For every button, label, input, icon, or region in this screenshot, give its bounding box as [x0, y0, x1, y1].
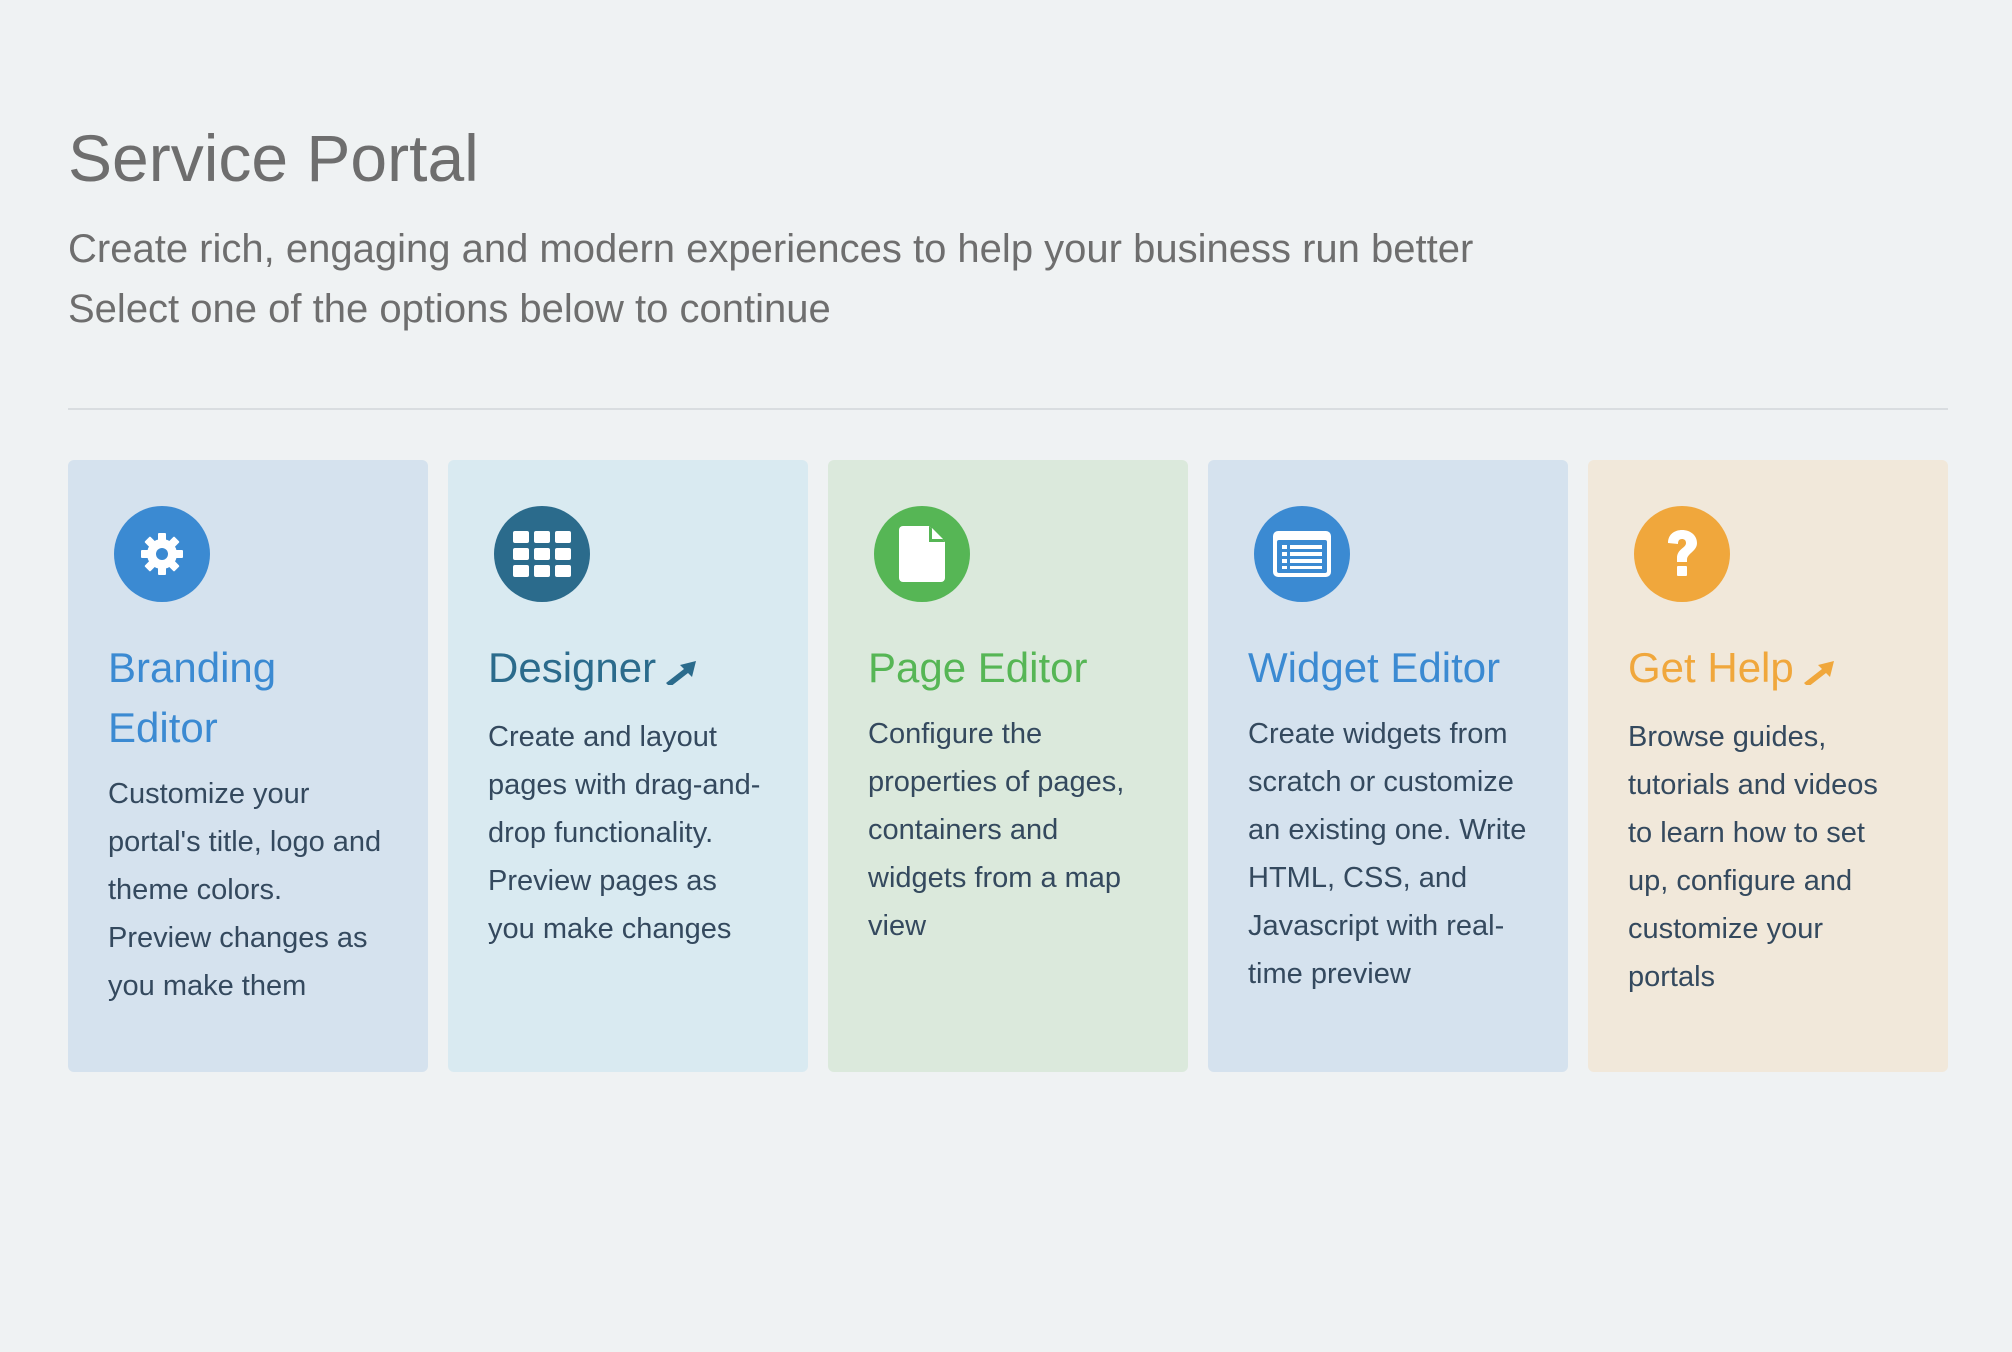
list-window-icon: [1254, 506, 1350, 602]
document-icon: [874, 506, 970, 602]
page-subtitle: Create rich, engaging and modern experie…: [68, 227, 1474, 271]
widget-editor-description: Create widgets from scratch or customize…: [1248, 718, 1527, 990]
widget-editor-card[interactable]: Widget Editor Create widgets from scratc…: [1208, 460, 1568, 1072]
get-help-description: Browse guides, tutorials and videos to l…: [1628, 720, 1878, 993]
page-title: Service Portal: [68, 121, 479, 195]
designer-description: Create and layout pages with drag-and-dr…: [488, 720, 761, 945]
page-instructions: Select one of the options below to conti…: [68, 287, 831, 331]
get-help-card[interactable]: Get Help Browse guides, tutorials and vi…: [1588, 460, 1948, 1072]
branding-editor-title[interactable]: Branding Editor: [108, 638, 388, 758]
options-cards: Branding Editor Customize your portal's …: [68, 460, 1948, 1072]
page-editor-description: Configure the properties of pages, conta…: [868, 718, 1125, 942]
branding-editor-description: Customize your portal's title, logo and …: [108, 778, 382, 1002]
widget-editor-title[interactable]: Widget Editor: [1248, 638, 1528, 698]
designer-title[interactable]: Designer: [488, 638, 768, 701]
header-divider: [68, 408, 1948, 410]
external-link-arrow-icon: [664, 641, 698, 701]
page-editor-title[interactable]: Page Editor: [868, 638, 1148, 698]
question-icon: [1634, 506, 1730, 602]
page-editor-card[interactable]: Page Editor Configure the properties of …: [828, 460, 1188, 1072]
branding-editor-card[interactable]: Branding Editor Customize your portal's …: [68, 460, 428, 1072]
grid-icon: [494, 506, 590, 602]
designer-card[interactable]: Designer Create and layout pages with dr…: [448, 460, 808, 1072]
gear-icon: [114, 506, 210, 602]
get-help-title[interactable]: Get Help: [1628, 638, 1908, 701]
external-link-arrow-icon: [1802, 641, 1836, 701]
